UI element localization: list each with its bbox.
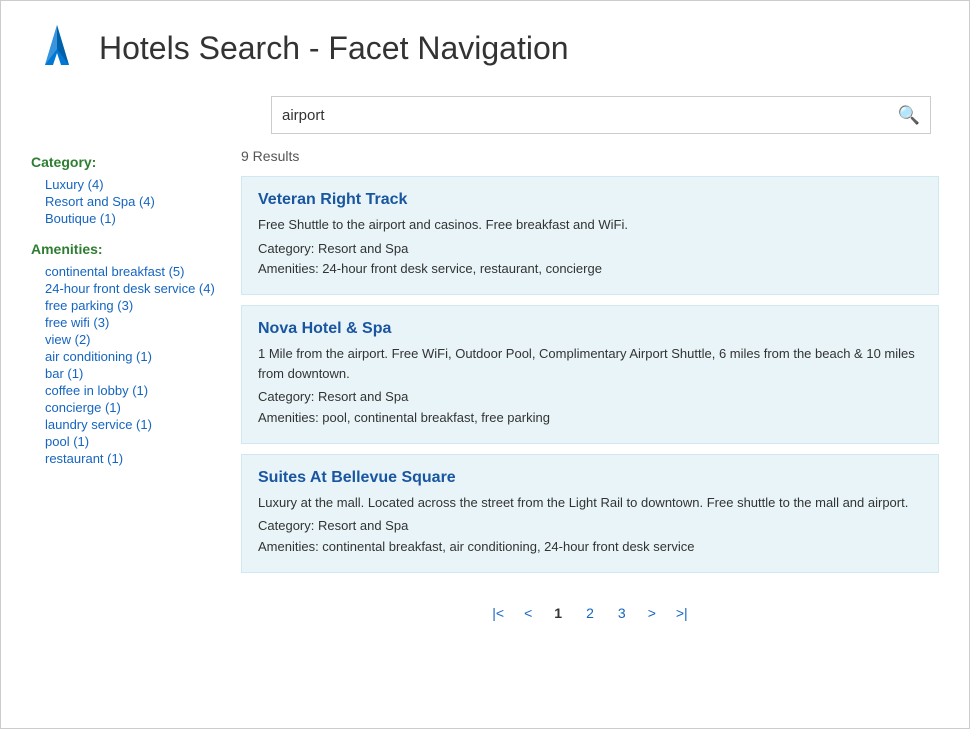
pagination: |< < 1 2 3 > >| xyxy=(241,583,939,633)
result-3-description: Luxury at the mall. Located across the s… xyxy=(258,493,922,513)
facet-continental-breakfast[interactable]: continental breakfast (5) xyxy=(31,263,221,280)
result-1-amenities: Amenities: 24-hour front desk service, r… xyxy=(258,259,922,280)
sidebar: Category: Luxury (4) Resort and Spa (4) … xyxy=(1,144,241,633)
results-area: 9 Results Veteran Right Track Free Shutt… xyxy=(241,144,969,633)
facet-coffee-lobby[interactable]: coffee in lobby (1) xyxy=(31,382,221,399)
header: Hotels Search - Facet Navigation xyxy=(1,1,969,86)
pagination-page-3[interactable]: 3 xyxy=(612,603,632,623)
result-3-amenities-rest: air conditioning, 24-hour front desk ser… xyxy=(446,539,695,554)
search-bar-area: 🔍 xyxy=(1,86,969,144)
result-item: Nova Hotel & Spa 1 Mile from the airport… xyxy=(241,305,939,444)
facet-luxury[interactable]: Luxury (4) xyxy=(31,176,221,193)
result-2-amenities: Amenities: pool, continental breakfast, … xyxy=(258,408,922,429)
page-wrapper: Hotels Search - Facet Navigation 🔍 Categ… xyxy=(0,0,970,729)
facet-free-wifi[interactable]: free wifi (3) xyxy=(31,314,221,331)
category-label: Category: xyxy=(31,154,221,170)
result-1-amenities-start: Amenities: 24-hour front desk service, xyxy=(258,261,476,276)
facet-bar[interactable]: bar (1) xyxy=(31,365,221,382)
result-1-title[interactable]: Veteran Right Track xyxy=(258,191,922,209)
main-layout: Category: Luxury (4) Resort and Spa (4) … xyxy=(1,144,969,653)
pagination-page-1: 1 xyxy=(548,603,568,623)
pagination-prev[interactable]: < xyxy=(520,603,536,623)
result-3-title[interactable]: Suites At Bellevue Square xyxy=(258,469,922,487)
pagination-page-2[interactable]: 2 xyxy=(580,603,600,623)
pagination-first[interactable]: |< xyxy=(488,603,508,623)
facet-restaurant[interactable]: restaurant (1) xyxy=(31,450,221,467)
logo-icon xyxy=(31,21,83,76)
search-icon: 🔍 xyxy=(898,105,920,126)
amenities-facet-group: Amenities: continental breakfast (5) 24-… xyxy=(31,241,221,467)
facet-pool[interactable]: pool (1) xyxy=(31,433,221,450)
facet-view[interactable]: view (2) xyxy=(31,331,221,348)
pagination-next[interactable]: > xyxy=(644,603,660,623)
facet-boutique[interactable]: Boutique (1) xyxy=(31,210,221,227)
result-1-description: Free Shuttle to the airport and casinos.… xyxy=(258,215,922,235)
pagination-last[interactable]: >| xyxy=(672,603,692,623)
page-title: Hotels Search - Facet Navigation xyxy=(99,30,569,67)
facet-laundry-service[interactable]: laundry service (1) xyxy=(31,416,221,433)
result-3-amenities: Amenities: continental breakfast, air co… xyxy=(258,537,922,558)
results-count: 9 Results xyxy=(241,144,939,164)
result-2-category: Category: Resort and Spa xyxy=(258,387,922,408)
search-button[interactable]: 🔍 xyxy=(888,97,930,133)
facet-resort-spa[interactable]: Resort and Spa (4) xyxy=(31,193,221,210)
result-3-amenities-start: Amenities: continental breakfast, xyxy=(258,539,446,554)
result-item: Suites At Bellevue Square Luxury at the … xyxy=(241,454,939,573)
result-2-amenities-start: Amenities: pool, continental breakfast, … xyxy=(258,410,550,425)
result-1-amenities-rest: restaurant, concierge xyxy=(476,261,602,276)
search-bar: 🔍 xyxy=(271,96,931,134)
result-1-category: Category: Resort and Spa xyxy=(258,239,922,260)
result-3-category: Category: Resort and Spa xyxy=(258,516,922,537)
amenities-label: Amenities: xyxy=(31,241,221,257)
result-2-title[interactable]: Nova Hotel & Spa xyxy=(258,320,922,338)
result-2-description: 1 Mile from the airport. Free WiFi, Outd… xyxy=(258,344,922,383)
facet-air-conditioning[interactable]: air conditioning (1) xyxy=(31,348,221,365)
category-facet-group: Category: Luxury (4) Resort and Spa (4) … xyxy=(31,154,221,227)
result-item: Veteran Right Track Free Shuttle to the … xyxy=(241,176,939,295)
facet-free-parking[interactable]: free parking (3) xyxy=(31,297,221,314)
search-input[interactable] xyxy=(272,97,888,133)
facet-concierge[interactable]: concierge (1) xyxy=(31,399,221,416)
facet-24hr-front-desk[interactable]: 24-hour front desk service (4) xyxy=(31,280,221,297)
